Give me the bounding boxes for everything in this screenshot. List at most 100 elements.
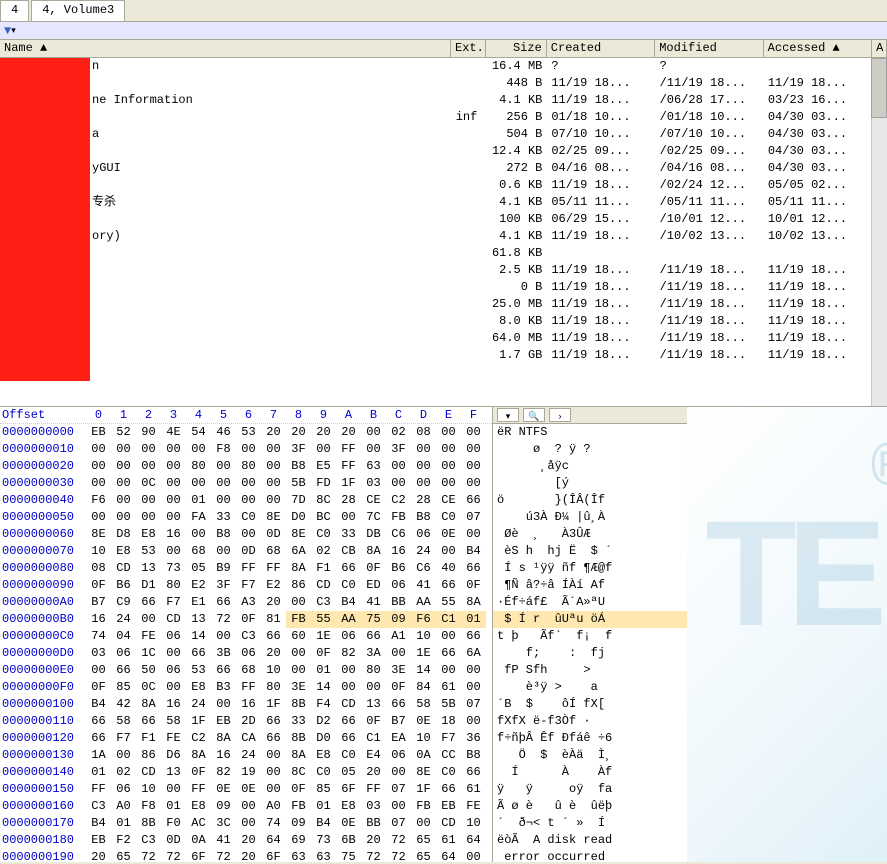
hex-byte[interactable]: 06 <box>386 577 411 594</box>
hex-byte[interactable]: 65 <box>411 832 436 849</box>
hex-byte[interactable]: 07 <box>386 815 411 832</box>
ascii-row[interactable]: ëR NTFS <box>493 424 687 441</box>
hex-byte[interactable]: 85 <box>111 679 136 696</box>
hex-byte[interactable]: 55 <box>436 594 461 611</box>
hex-byte[interactable]: 0F <box>361 713 386 730</box>
file-list-body[interactable]: n16.4 MB ? ?A448 B11/19 18.../11/19 18..… <box>0 58 887 406</box>
hex-byte[interactable]: 3E <box>386 662 411 679</box>
hex-row[interactable]: 00000001301A0086D68A1624008AE8C0E4060ACC… <box>0 747 492 764</box>
hex-byte[interactable]: 55 <box>311 611 336 628</box>
hex-byte[interactable]: C3 <box>311 594 336 611</box>
hex-byte[interactable]: C0 <box>236 509 261 526</box>
hex-byte[interactable]: 84 <box>411 679 436 696</box>
hex-byte[interactable]: 3F <box>286 441 311 458</box>
hex-byte[interactable]: 8B <box>286 696 311 713</box>
hex-byte[interactable]: 0D <box>161 832 186 849</box>
hex-byte[interactable]: 20 <box>361 832 386 849</box>
hex-byte[interactable]: E8 <box>186 679 211 696</box>
hex-byte[interactable]: EB <box>211 713 236 730</box>
hex-byte[interactable]: 33 <box>336 526 361 543</box>
hex-byte[interactable]: 1F <box>186 713 211 730</box>
ascii-row[interactable]: ´ ð¬< t ´ » Í <box>493 815 687 832</box>
hex-byte[interactable]: 00 <box>161 645 186 662</box>
hex-byte[interactable]: 0A <box>411 747 436 764</box>
hex-byte[interactable]: B4 <box>461 543 486 560</box>
hex-byte[interactable]: 01 <box>311 798 336 815</box>
hex-byte[interactable]: 54 <box>186 424 211 441</box>
tab-2[interactable]: 4, Volume3 <box>31 0 125 21</box>
hex-byte[interactable]: E2 <box>261 577 286 594</box>
hex-byte[interactable]: C3 <box>86 798 111 815</box>
hex-byte[interactable]: 80 <box>261 679 286 696</box>
ascii-row[interactable]: f; : fj <box>493 645 687 662</box>
hex-byte[interactable]: 24 <box>236 747 261 764</box>
hex-byte[interactable]: A1 <box>386 628 411 645</box>
hex-byte[interactable]: 72 <box>386 849 411 862</box>
hex-byte[interactable]: C2 <box>186 730 211 747</box>
hex-byte[interactable]: 00 <box>161 543 186 560</box>
hex-byte[interactable]: 3A <box>361 645 386 662</box>
hex-byte[interactable]: 7D <box>286 492 311 509</box>
hex-byte[interactable]: FA <box>186 509 211 526</box>
hex-byte[interactable]: 1E <box>411 645 436 662</box>
hex-byte[interactable]: 0E <box>336 815 361 832</box>
hex-byte[interactable]: 50 <box>136 662 161 679</box>
hex-byte[interactable]: 66 <box>211 662 236 679</box>
hex-byte[interactable]: CD <box>111 560 136 577</box>
hex-byte[interactable]: CD <box>436 815 461 832</box>
hex-byte[interactable]: 65 <box>411 849 436 862</box>
hex-byte[interactable]: 00 <box>211 696 236 713</box>
hex-byte[interactable]: 0A <box>186 832 211 849</box>
hex-byte[interactable]: 14 <box>311 679 336 696</box>
hex-byte[interactable]: 0C <box>136 475 161 492</box>
hex-byte[interactable]: 0F <box>236 611 261 628</box>
hex-byte[interactable]: 72 <box>211 849 236 862</box>
hex-row[interactable]: 00000000A0B7C966F7E166A32000C3B441BBAA55… <box>0 594 492 611</box>
ascii-row[interactable]: f÷ñþÂ Êf Ðfáê ÷6 <box>493 730 687 747</box>
hex-byte[interactable]: 33 <box>286 713 311 730</box>
hex-row[interactable]: 000000003000000C00000000005BFD1F03000000… <box>0 475 492 492</box>
hex-byte[interactable]: B6 <box>386 560 411 577</box>
hex-byte[interactable]: F6 <box>411 611 436 628</box>
hex-byte[interactable]: 1E <box>311 628 336 645</box>
hex-byte[interactable]: 6A <box>286 543 311 560</box>
hex-byte[interactable]: 00 <box>361 424 386 441</box>
hex-byte[interactable]: 0F <box>86 577 111 594</box>
hex-byte[interactable]: 00 <box>186 526 211 543</box>
hex-byte[interactable]: 1C <box>136 645 161 662</box>
table-row[interactable]: 0.6 KB11/19 18.../02/24 12...05/05 02...… <box>0 177 887 194</box>
hex-byte[interactable]: 00 <box>136 611 161 628</box>
hex-byte[interactable]: 16 <box>86 611 111 628</box>
hex-byte[interactable]: 64 <box>261 832 286 849</box>
hex-byte[interactable]: 24 <box>111 611 136 628</box>
hex-byte[interactable]: 66 <box>211 594 236 611</box>
filter-icon[interactable]: ▼ <box>4 24 11 38</box>
hex-byte[interactable]: 00 <box>86 458 111 475</box>
hex-byte[interactable]: C2 <box>386 492 411 509</box>
hex-byte[interactable]: C0 <box>436 509 461 526</box>
col-accessed[interactable]: Accessed ▲ <box>764 40 872 57</box>
hex-byte[interactable]: 66 <box>86 713 111 730</box>
hex-byte[interactable]: 10 <box>136 781 161 798</box>
hex-byte[interactable]: 81 <box>261 611 286 628</box>
ascii-row[interactable]: Ã ø è û è ûëþ <box>493 798 687 815</box>
hex-byte[interactable]: 06 <box>111 645 136 662</box>
hex-byte[interactable]: 00 <box>261 747 286 764</box>
hex-byte[interactable]: 6F <box>261 849 286 862</box>
hex-byte[interactable]: 00 <box>211 492 236 509</box>
hex-byte[interactable]: B4 <box>311 815 336 832</box>
hex-byte[interactable]: 00 <box>211 628 236 645</box>
hex-byte[interactable]: 03 <box>361 798 386 815</box>
hex-byte[interactable]: B9 <box>211 560 236 577</box>
hex-byte[interactable]: FF <box>361 781 386 798</box>
hex-byte[interactable]: FF <box>336 458 361 475</box>
hex-byte[interactable]: 53 <box>236 424 261 441</box>
hex-byte[interactable]: 01 <box>311 662 336 679</box>
ascii-row[interactable]: Í À Àf <box>493 764 687 781</box>
hex-byte[interactable]: 66 <box>136 594 161 611</box>
hex-byte[interactable]: 0F <box>461 577 486 594</box>
hex-byte[interactable]: 66 <box>136 713 161 730</box>
hex-byte[interactable]: 20 <box>286 424 311 441</box>
hex-byte[interactable]: 80 <box>186 458 211 475</box>
hex-byte[interactable]: 00 <box>411 441 436 458</box>
